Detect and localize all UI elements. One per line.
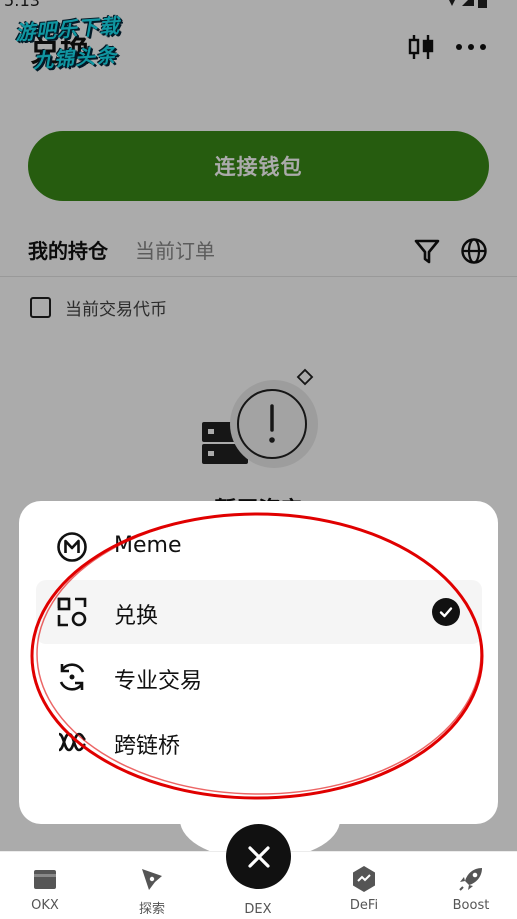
defi-icon: [353, 866, 375, 892]
nav-item-defi[interactable]: DeFi: [324, 864, 404, 913]
menu-item-swap[interactable]: 兑换: [36, 580, 482, 644]
close-icon: [247, 845, 270, 868]
nav-item-dex[interactable]: DEX: [218, 898, 298, 917]
wallet-icon: [34, 870, 56, 889]
menu-item-meme[interactable]: Meme: [36, 515, 482, 579]
menu-item-label: 兑换: [114, 604, 159, 629]
meme-icon: [56, 531, 88, 563]
menu-item-label: 跨链桥: [114, 734, 181, 759]
bridge-icon: [56, 726, 88, 758]
nav-item-explore[interactable]: 探索: [112, 864, 192, 917]
nav-label: 探索: [138, 902, 165, 917]
nav-item-okx[interactable]: OKX: [5, 864, 85, 913]
nav-label: OKX: [31, 898, 59, 913]
menu-item-label: Meme: [114, 533, 182, 558]
menu-item-pro-trade[interactable]: 专业交易: [36, 645, 482, 709]
pro-trade-icon: [56, 661, 88, 693]
check-icon: [432, 598, 460, 626]
nav-label: DEX: [244, 902, 272, 917]
close-menu-button[interactable]: [226, 824, 291, 889]
menu-item-label: 专业交易: [114, 669, 203, 694]
explore-icon: [142, 869, 162, 890]
swap-icon: [56, 596, 88, 628]
nav-item-boost[interactable]: Boost: [431, 864, 511, 913]
action-menu: Meme 兑换 专业交易 跨链桥: [19, 501, 498, 824]
menu-item-bridge[interactable]: 跨链桥: [36, 710, 482, 774]
nav-label: DeFi: [349, 898, 379, 913]
nav-label: Boost: [452, 898, 490, 913]
rocket-icon: [459, 868, 482, 891]
